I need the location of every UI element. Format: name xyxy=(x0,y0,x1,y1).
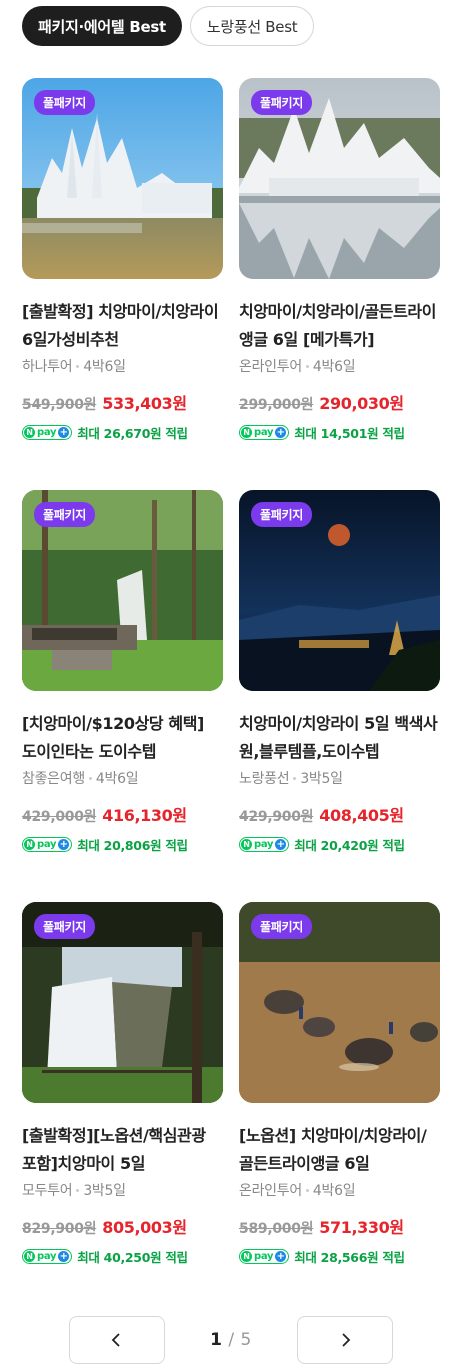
product-image[interactable]: 풀패키지 xyxy=(22,902,223,1103)
trip-duration: 4박6일 xyxy=(83,359,126,375)
price-row: 299,000원 290,030원 xyxy=(239,390,440,414)
tab-noranghpungseon-best[interactable]: 노랑풍선 Best xyxy=(189,6,315,46)
price-row: 429,000원 416,130원 xyxy=(22,802,223,826)
current-page: 1 xyxy=(210,1330,223,1350)
prev-page-button[interactable] xyxy=(69,1316,165,1364)
product-image[interactable]: 풀패키지 xyxy=(239,78,440,279)
agency-name: 온라인투어 xyxy=(239,359,302,375)
price-row: 429,900원 408,405원 xyxy=(239,802,440,826)
pagination: 1 / 5 xyxy=(69,1316,393,1364)
npay-plus-icon: Npay + xyxy=(22,425,73,440)
product-card[interactable]: 풀패키지 [치앙마이/$120상당 혜택] 도이인타논 도이수텝 참좋은여행 4… xyxy=(22,490,223,902)
package-badge: 풀패키지 xyxy=(34,502,95,527)
product-card[interactable]: 풀패키지 [출발확정] 치앙마이/치앙라이 6일가성비추천 하나투어 4박6일 … xyxy=(22,78,223,490)
package-badge: 풀패키지 xyxy=(251,914,312,939)
npay-plus-icon: Npay + xyxy=(22,837,73,852)
product-title[interactable]: [치앙마이/$120상당 혜택] 도이인타논 도이수텝 xyxy=(22,710,223,766)
product-image[interactable]: 풀패키지 xyxy=(22,490,223,691)
total-pages: 5 xyxy=(240,1330,252,1350)
product-meta: 하나투어 4박6일 xyxy=(22,356,223,376)
product-title[interactable]: [출발확정][노옵션/핵심관광 포함]치앙마이 5일 xyxy=(22,1122,223,1178)
product-image[interactable]: 풀패키지 xyxy=(239,902,440,1103)
original-price: 429,900원 xyxy=(239,809,314,825)
price-row: 549,900원 533,403원 xyxy=(22,390,223,414)
npay-plus-icon: Npay + xyxy=(239,425,290,440)
agency-name: 하나투어 xyxy=(22,359,73,375)
product-card[interactable]: 풀패키지 [출발확정][노옵션/핵심관광 포함]치앙마이 5일 모두투어 3박5… xyxy=(22,902,223,1314)
page-separator: / xyxy=(228,1330,235,1350)
original-price: 429,000원 xyxy=(22,809,97,825)
package-badge: 풀패키지 xyxy=(251,90,312,115)
point-text: 최대 26,670원 적립 xyxy=(77,426,188,441)
point-text: 최대 14,501원 적립 xyxy=(294,426,405,441)
package-badge: 풀패키지 xyxy=(251,502,312,527)
separator-dot xyxy=(88,776,92,780)
npay-point-row: Npay + 최대 28,566원 적립 xyxy=(239,1247,440,1266)
separator-dot xyxy=(76,364,80,368)
npay-point-row: Npay + 최대 20,806원 적립 xyxy=(22,835,223,854)
product-card[interactable]: 풀패키지 [노옵션] 치앙마이/치앙라이/골든트라이앵글 6일 온라인투어 4박… xyxy=(239,902,440,1314)
sale-price: 416,130원 xyxy=(102,806,187,825)
package-badge: 풀패키지 xyxy=(34,914,95,939)
product-meta: 온라인투어 4박6일 xyxy=(239,356,440,376)
product-meta: 노랑풍선 3박5일 xyxy=(239,768,440,788)
separator-dot xyxy=(293,776,297,780)
price-row: 589,000원 571,330원 xyxy=(239,1214,440,1238)
product-image[interactable]: 풀패키지 xyxy=(239,490,440,691)
original-price: 589,000원 xyxy=(239,1221,314,1237)
agency-name: 온라인투어 xyxy=(239,1183,302,1199)
agency-name: 모두투어 xyxy=(22,1183,73,1199)
trip-duration: 4박6일 xyxy=(312,359,356,375)
npay-point-row: Npay + 최대 40,250원 적립 xyxy=(22,1247,223,1266)
sale-price: 571,330원 xyxy=(319,1218,404,1237)
original-price: 549,900원 xyxy=(22,397,97,413)
price-row: 829,900원 805,003원 xyxy=(22,1214,223,1238)
best-tabs: 패키지·에어텔 Best 노랑풍선 Best xyxy=(22,6,315,46)
product-image[interactable]: 풀패키지 xyxy=(22,78,223,279)
trip-duration: 4박6일 xyxy=(312,1183,356,1199)
package-badge: 풀패키지 xyxy=(34,90,95,115)
agency-name: 노랑풍선 xyxy=(239,771,290,787)
trip-duration: 3박5일 xyxy=(83,1183,126,1199)
original-price: 299,000원 xyxy=(239,397,314,413)
page-indicator: 1 / 5 xyxy=(210,1330,252,1350)
npay-plus-icon: Npay + xyxy=(22,1249,73,1264)
point-text: 최대 20,806원 적립 xyxy=(77,838,188,853)
npay-point-row: Npay + 최대 26,670원 적립 xyxy=(22,423,223,442)
product-title[interactable]: 치앙마이/치앙라이/골든트라이앵글 6일 [메가특가] xyxy=(239,298,440,354)
product-card[interactable]: 풀패키지 치앙마이/치앙라이/골든트라이앵글 6일 [메가특가] 온라인투어 4… xyxy=(239,78,440,490)
npay-plus-icon: Npay + xyxy=(239,1249,290,1264)
sale-price: 290,030원 xyxy=(319,394,404,413)
chevron-right-icon xyxy=(342,1333,351,1347)
separator-dot xyxy=(305,364,309,368)
agency-name: 참좋은여행 xyxy=(22,771,85,787)
next-page-button[interactable] xyxy=(297,1316,393,1364)
sale-price: 408,405원 xyxy=(319,806,404,825)
npay-point-row: Npay + 최대 20,420원 적립 xyxy=(239,835,440,854)
product-title[interactable]: 치앙마이/치앙라이 5일 백색사원,블루템플,도이수텝 xyxy=(239,710,440,766)
product-card[interactable]: 풀패키지 치앙마이/치앙라이 5일 백색사원,블루템플,도이수텝 노랑풍선 3박… xyxy=(239,490,440,902)
original-price: 829,900원 xyxy=(22,1221,97,1237)
product-meta: 참좋은여행 4박6일 xyxy=(22,768,223,788)
trip-duration: 4박6일 xyxy=(95,771,139,787)
point-text: 최대 20,420원 적립 xyxy=(294,838,405,853)
point-text: 최대 40,250원 적립 xyxy=(77,1250,188,1265)
sale-price: 533,403원 xyxy=(102,394,187,413)
product-title[interactable]: [노옵션] 치앙마이/치앙라이/골든트라이앵글 6일 xyxy=(239,1122,440,1178)
point-text: 최대 28,566원 적립 xyxy=(294,1250,405,1265)
product-meta: 온라인투어 4박6일 xyxy=(239,1180,440,1200)
chevron-left-icon xyxy=(111,1333,120,1347)
separator-dot xyxy=(305,1188,309,1192)
sale-price: 805,003원 xyxy=(102,1218,187,1237)
npay-point-row: Npay + 최대 14,501원 적립 xyxy=(239,423,440,442)
product-meta: 모두투어 3박5일 xyxy=(22,1180,223,1200)
product-title[interactable]: [출발확정] 치앙마이/치앙라이 6일가성비추천 xyxy=(22,298,223,354)
separator-dot xyxy=(76,1188,80,1192)
trip-duration: 3박5일 xyxy=(300,771,343,787)
npay-plus-icon: Npay + xyxy=(239,837,290,852)
product-grid: 풀패키지 [출발확정] 치앙마이/치앙라이 6일가성비추천 하나투어 4박6일 … xyxy=(22,78,440,1314)
tab-package-airtel-best[interactable]: 패키지·에어텔 Best xyxy=(22,6,182,46)
